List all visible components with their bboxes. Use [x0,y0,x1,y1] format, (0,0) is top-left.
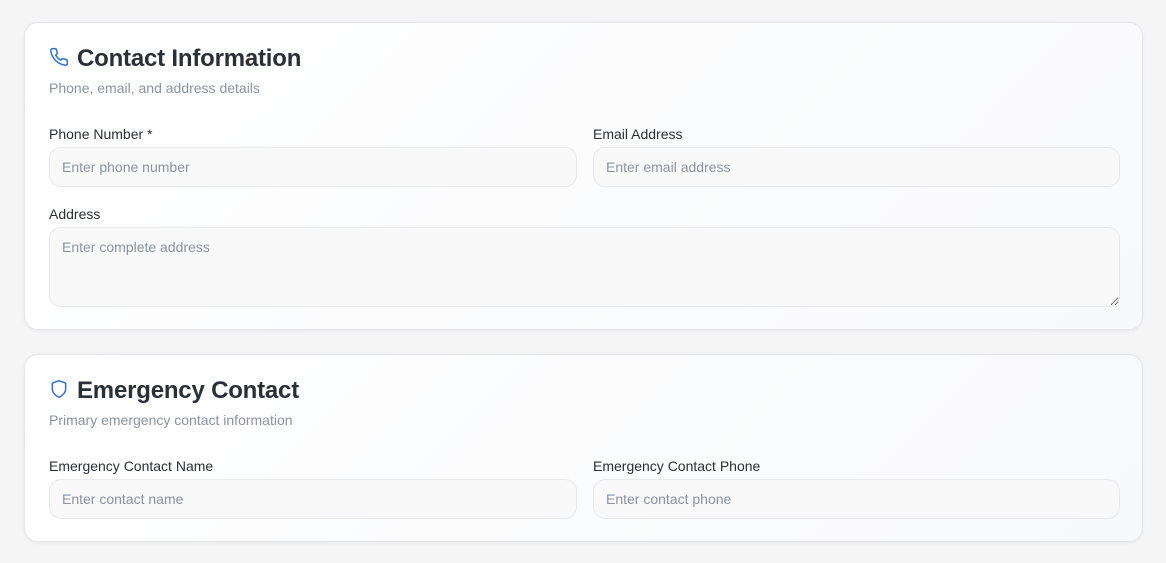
emergency-contact-card: Emergency Contact Primary emergency cont… [24,354,1143,542]
phone-label: Phone Number * [49,126,153,142]
card-title: Emergency Contact [77,377,299,404]
emergency-name-input[interactable] [49,479,577,519]
shield-icon [49,379,77,404]
email-field: Email Address [593,126,1120,187]
contact-information-header: Contact Information [49,45,301,73]
email-input[interactable] [593,147,1120,187]
emergency-phone-field: Emergency Contact Phone [593,458,1120,519]
contact-information-card: Contact Information Phone, email, and ad… [24,22,1143,330]
phone-icon [49,47,77,72]
emergency-phone-label: Emergency Contact Phone [593,458,761,474]
address-field: Address [49,206,1120,312]
email-label: Email Address [593,126,683,142]
emergency-name-field: Emergency Contact Name [49,458,577,519]
card-title: Contact Information [77,45,302,72]
emergency-phone-input[interactable] [593,479,1120,519]
address-label: Address [49,206,101,222]
emergency-name-label: Emergency Contact Name [49,458,214,474]
card-subtitle: Primary emergency contact information [49,412,293,428]
phone-field: Phone Number * [49,126,577,187]
address-textarea[interactable] [49,227,1120,307]
card-subtitle: Phone, email, and address details [49,80,260,96]
phone-input[interactable] [49,147,577,187]
emergency-contact-header: Emergency Contact [49,377,299,405]
